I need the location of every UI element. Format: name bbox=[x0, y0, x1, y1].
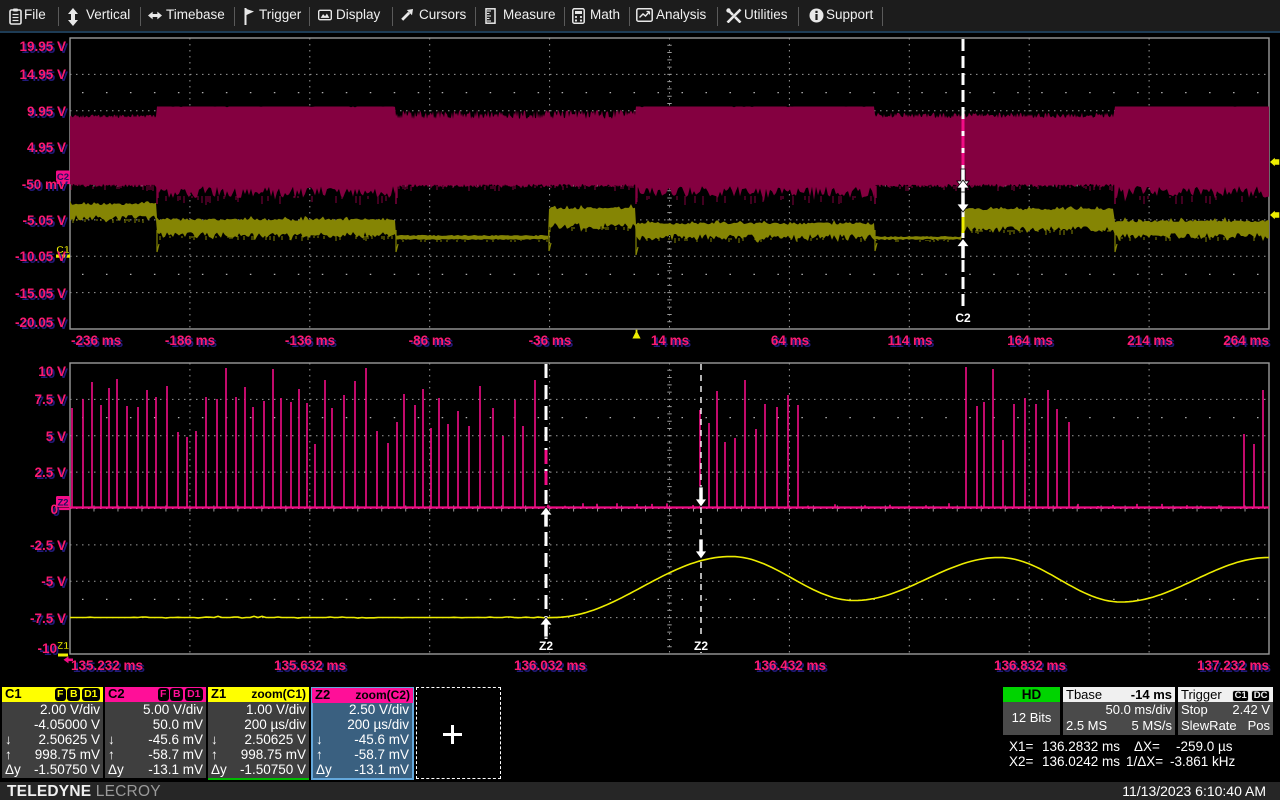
svg-text:C2: C2 bbox=[955, 311, 971, 325]
svg-text:Z2: Z2 bbox=[539, 639, 553, 653]
svg-text:Z2: Z2 bbox=[57, 497, 68, 508]
svg-text:Z1: Z1 bbox=[57, 640, 69, 652]
svg-text:Z2: Z2 bbox=[694, 639, 708, 653]
